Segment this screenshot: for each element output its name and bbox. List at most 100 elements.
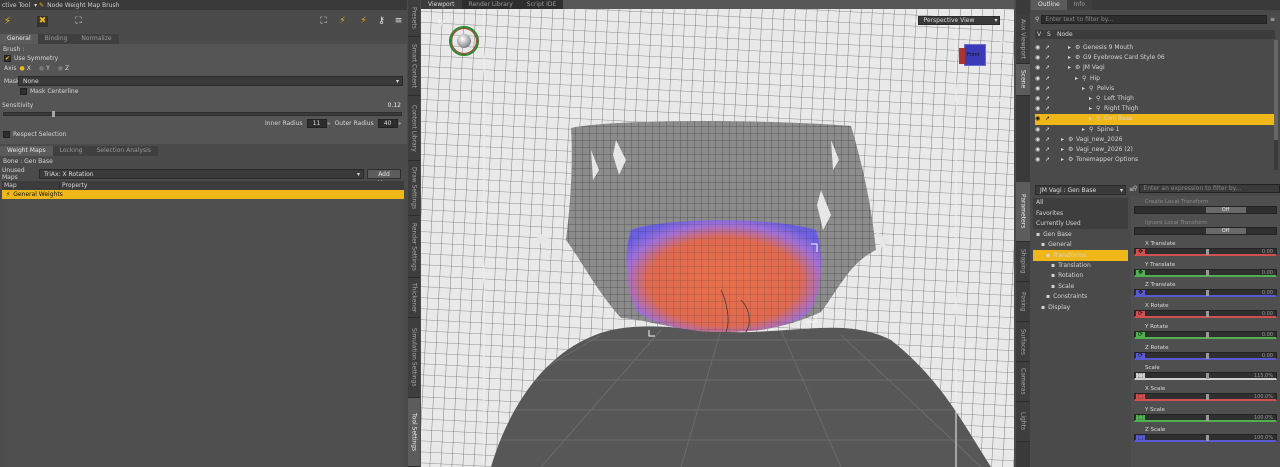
selectable-arrow-icon[interactable]: ➚ xyxy=(1045,104,1055,114)
tab-tool-settings[interactable]: Tool Settings xyxy=(408,398,420,467)
property-slider[interactable]: ✥ 0.00 xyxy=(1134,268,1277,277)
slider-handle[interactable] xyxy=(1205,269,1209,276)
parameter-group-item[interactable]: ▪ General xyxy=(1033,240,1128,250)
map-icon-3[interactable]: ⚡ xyxy=(358,16,369,27)
expand-arrow-icon[interactable]: ▸ xyxy=(1082,125,1089,135)
camera-widget[interactable] xyxy=(449,26,479,56)
tab-viewport[interactable]: Viewport xyxy=(421,0,462,9)
key-icon[interactable]: ⚷ xyxy=(376,16,387,27)
parameter-group-item[interactable]: ▪ Transforms xyxy=(1033,250,1128,261)
selectable-arrow-icon[interactable]: ➚ xyxy=(1045,43,1055,53)
ignore-local-transform-toggle[interactable]: Off xyxy=(1134,227,1277,235)
outline-filter-input[interactable]: Enter text to filter by... xyxy=(1041,15,1267,24)
tab-general[interactable]: General xyxy=(0,34,38,44)
axis-z-radio[interactable]: ● xyxy=(58,65,63,72)
tab-draw-settings[interactable]: Draw Settings xyxy=(408,161,420,216)
slider-handle[interactable] xyxy=(1205,352,1209,359)
use-symmetry-checkbox[interactable]: ✔ xyxy=(4,55,11,62)
parameter-group-item[interactable]: All xyxy=(1033,198,1128,209)
map-icon-2[interactable]: ⚡ xyxy=(337,16,348,27)
parameter-group-item[interactable]: ▪ Gen Base xyxy=(1033,229,1128,239)
camera-icon[interactable]: ◉ xyxy=(911,17,916,24)
tab-locking[interactable]: Locking xyxy=(52,146,90,156)
orbit-icon[interactable]: ⟳ xyxy=(997,40,1008,51)
tab-thickener[interactable]: Thickener xyxy=(408,278,420,318)
selectable-arrow-icon[interactable]: ➚ xyxy=(1045,145,1055,155)
inner-radius-spin[interactable]: ▸ xyxy=(328,120,331,127)
property-value[interactable]: 0.00 xyxy=(1262,270,1273,277)
visibility-eye-icon[interactable]: ◉ xyxy=(1035,114,1045,124)
visibility-eye-icon[interactable]: ◉ xyxy=(1035,155,1045,165)
expand-arrow-icon[interactable]: ▸ xyxy=(1061,135,1068,145)
paint-weight-icon[interactable]: ✖ xyxy=(37,16,48,27)
map-icon-1[interactable]: ⛶ xyxy=(318,16,329,27)
tab-cameras[interactable]: Cameras xyxy=(1016,362,1030,402)
slider-handle[interactable] xyxy=(1205,331,1209,338)
view-cube[interactable]: Front xyxy=(959,44,986,66)
slider-handle[interactable] xyxy=(1205,414,1209,421)
tab-binding[interactable]: Binding xyxy=(37,34,75,44)
tab-presets[interactable]: Presets xyxy=(408,0,420,37)
parameter-node-select[interactable]: JM Vagi : Gen Base ▾ xyxy=(1035,185,1126,195)
outline-menu-icon[interactable]: ≡ xyxy=(1270,16,1275,23)
visibility-eye-icon[interactable]: ◉ xyxy=(1035,63,1045,73)
tab-outline[interactable]: Outline xyxy=(1031,0,1067,10)
expand-arrow-icon[interactable]: ▸ xyxy=(1089,104,1096,114)
slider-handle[interactable] xyxy=(1205,311,1209,318)
parameter-group-item[interactable]: ▪ Translation xyxy=(1033,261,1128,271)
slider-handle[interactable] xyxy=(1205,290,1209,297)
visibility-eye-icon[interactable]: ◉ xyxy=(1035,125,1045,135)
property-slider[interactable]: ⟳ 0.00 xyxy=(1134,310,1277,319)
outline-node-row[interactable]: ◉ ➚ ▸ ⚙ Vagi_new_2026 xyxy=(1035,135,1275,145)
tab-scene[interactable]: Scene xyxy=(1016,64,1030,96)
expand-arrow-icon[interactable]: ▸ xyxy=(1068,63,1075,73)
outline-node-row[interactable]: ◉ ➚ ▸ ⚲ Spine 1 xyxy=(1035,125,1275,135)
parameter-group-item[interactable]: Favorites xyxy=(1033,208,1128,219)
parameter-group-item[interactable]: ▪ Scale xyxy=(1033,282,1128,292)
property-value[interactable]: 115.0% xyxy=(1254,373,1273,380)
tab-surfaces[interactable]: Surfaces xyxy=(1016,322,1030,362)
mask-select[interactable]: None ▾ xyxy=(18,76,403,86)
property-value[interactable]: 100.0% xyxy=(1254,415,1273,422)
expand-arrow-icon[interactable]: ▸ xyxy=(1089,94,1096,104)
parameter-group-item[interactable]: ▪ Display xyxy=(1033,303,1128,313)
outer-radius-spin[interactable]: ▸ xyxy=(399,120,402,127)
expand-arrow-icon[interactable]: ▸ xyxy=(1068,53,1075,63)
use-symmetry-row[interactable]: ✔ Use Symmetry xyxy=(4,55,58,62)
fly-icon[interactable]: ⇕ xyxy=(997,82,1008,93)
property-slider[interactable]: ⬚ 100.0% xyxy=(1134,434,1277,443)
selectable-arrow-icon[interactable]: ➚ xyxy=(1045,63,1055,73)
parameter-filter-input[interactable]: Enter an expression to filter by... xyxy=(1139,184,1280,193)
viewport-menu-icon[interactable]: ≡ xyxy=(1003,17,1008,24)
property-value[interactable]: 100.0% xyxy=(1254,394,1273,401)
property-value[interactable]: 0.00 xyxy=(1262,290,1273,297)
expand-arrow-icon[interactable]: ▸ xyxy=(1061,155,1068,165)
tab-weight-maps[interactable]: Weight Maps xyxy=(0,146,53,156)
slider-handle[interactable] xyxy=(1205,393,1209,400)
property-slider[interactable]: ⬚ 100.0% xyxy=(1134,413,1277,422)
outline-node-row[interactable]: ◉ ➚ ▸ ⚙ JM Vagi xyxy=(1035,63,1275,73)
menu-icon[interactable]: ≡ xyxy=(393,16,404,27)
outline-node-row[interactable]: ◉ ➚ ▸ ⚲ Right Thigh xyxy=(1035,104,1275,114)
expand-arrow-icon[interactable]: ▸ xyxy=(1082,84,1089,94)
tab-render-settings[interactable]: Render Settings xyxy=(408,216,420,278)
visibility-eye-icon[interactable]: ◉ xyxy=(1035,53,1045,63)
col-map[interactable]: Map xyxy=(2,182,60,189)
property-value[interactable]: 0.00 xyxy=(1262,332,1273,339)
view-selector[interactable]: ⛶ ◉ Perspective View ▾ ≡ xyxy=(905,16,1008,25)
property-slider[interactable]: ⬚ 100.0% xyxy=(1134,392,1277,401)
expand-arrow-icon[interactable]: ▸ xyxy=(1068,43,1075,53)
selectable-arrow-icon[interactable]: ➚ xyxy=(1045,74,1055,84)
mask-centerline-row[interactable]: Mask Centerline xyxy=(20,88,78,95)
tab-posing[interactable]: Posing xyxy=(1016,282,1030,322)
property-slider[interactable]: ✥ 0.00 xyxy=(1134,289,1277,298)
visibility-eye-icon[interactable]: ◉ xyxy=(1035,43,1045,53)
camera-dolly-icon[interactable]: ⛗ xyxy=(437,18,444,28)
brush-mode-icon[interactable]: ⚡ xyxy=(2,16,13,27)
outline-node-row[interactable]: ◉ ➚ ▸ ⚙ G9 Eyebrows Card Style 06 xyxy=(1035,53,1275,63)
axis-y-radio[interactable]: ● xyxy=(39,65,44,72)
visibility-eye-icon[interactable]: ◉ xyxy=(1035,104,1045,114)
outer-radius-field[interactable]: 40 xyxy=(377,119,398,128)
visibility-eye-icon[interactable]: ◉ xyxy=(1035,74,1045,84)
outline-node-row[interactable]: ◉ ➚ ▸ ⚙ Tonemapper Options xyxy=(1035,155,1275,165)
